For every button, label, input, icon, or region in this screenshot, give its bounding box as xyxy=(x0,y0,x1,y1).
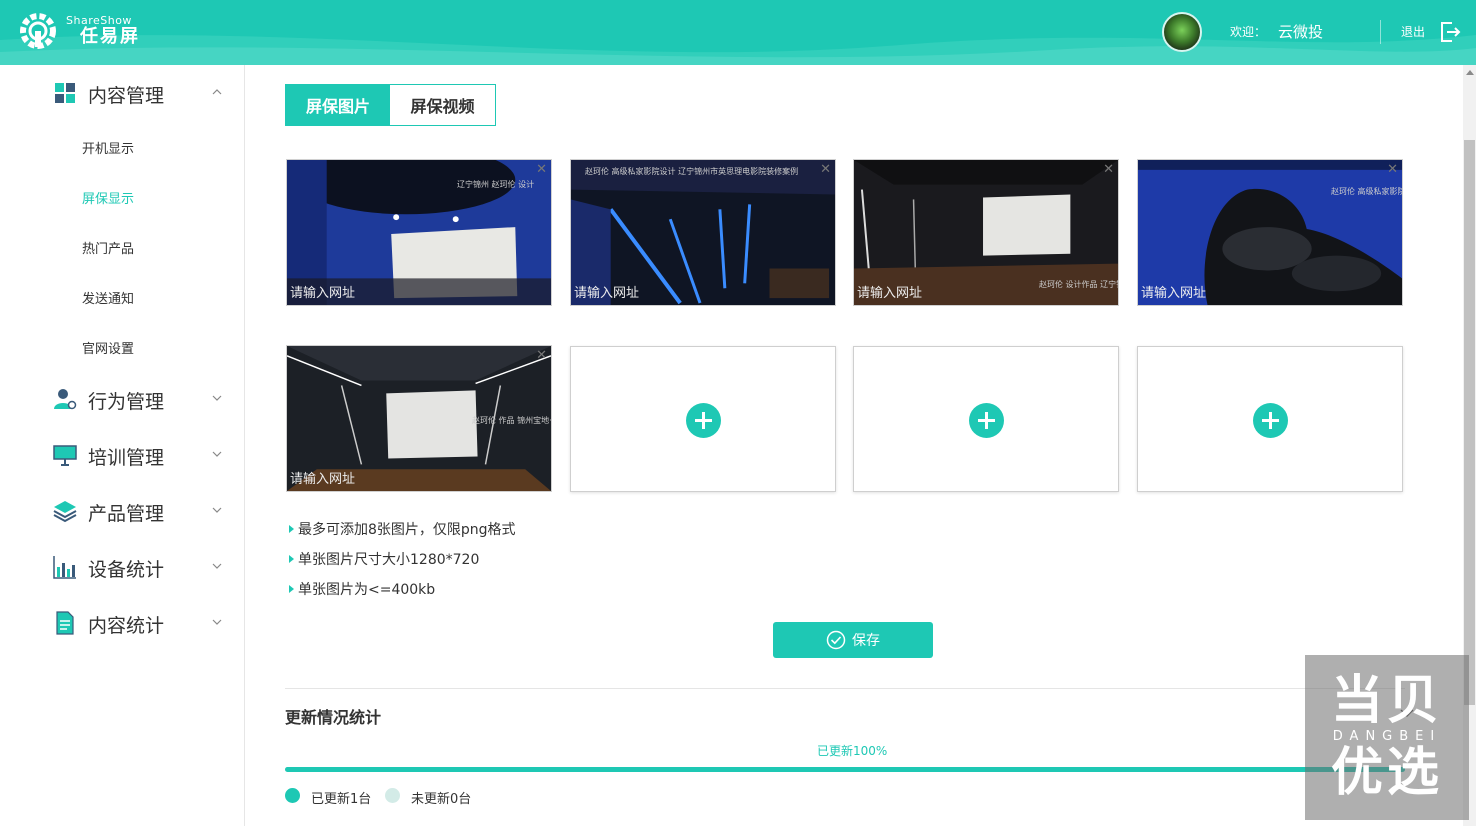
brand-name-cn: 任易屏 xyxy=(80,26,140,47)
image-url-input[interactable]: 请输入网址 xyxy=(574,282,639,301)
check-circle-icon xyxy=(826,630,846,650)
add-plus-icon[interactable] xyxy=(1253,403,1288,438)
close-icon[interactable]: ✕ xyxy=(1103,163,1114,176)
section-divider xyxy=(285,688,1405,689)
sidebar-group-label: 培训管理 xyxy=(88,447,165,469)
note-text: 最多可添加8张图片，仅限png格式 xyxy=(298,522,516,538)
sidebar-item-website-settings[interactable]: 官网设置 xyxy=(82,338,134,357)
save-button-label: 保存 xyxy=(852,633,880,649)
screensaver-tabs: 屏保图片 屏保视频 xyxy=(285,84,496,126)
welcome-label: 欢迎： xyxy=(1230,25,1267,39)
presentation-board-icon xyxy=(53,445,77,466)
add-image-slot[interactable] xyxy=(1137,346,1403,492)
sidebar-group-label: 设备统计 xyxy=(88,559,165,581)
brand-logo[interactable]: ShareShow 任易屏 xyxy=(18,11,140,51)
image-url-input[interactable]: 请输入网址 xyxy=(290,468,355,487)
brand-gear-icon xyxy=(20,13,56,49)
bar-stats-icon xyxy=(53,556,76,579)
image-caption: 赵珂伦 设计作品 辽宁锦州铭源小镇 xyxy=(1039,280,1118,289)
image-caption: 辽宁锦州 赵珂伦 设计 xyxy=(457,180,535,189)
user-gear-icon xyxy=(54,389,77,410)
chevron-down-icon xyxy=(212,395,222,401)
note-text: 单张图片尺寸大小1280*720 xyxy=(298,552,480,568)
legend-not-updated-label: 未更新0台 xyxy=(411,792,472,807)
scroll-up-arrow-icon[interactable] xyxy=(1466,70,1474,75)
image-url-input[interactable]: 请输入网址 xyxy=(290,282,355,301)
image-caption: 赵珂伦 作品 锦州宝地·宝地别墅 xyxy=(472,416,552,425)
tab-screensaver-images[interactable]: 屏保图片 xyxy=(286,85,390,125)
save-button[interactable]: 保存 xyxy=(773,622,933,658)
image-caption: 赵珂伦 高级私家影院设计 辽宁锦州市英思理电影院装修案例 xyxy=(585,167,799,176)
sidebar-group-label: 行为管理 xyxy=(88,391,165,413)
upload-note: 单张图片为<=400kb xyxy=(289,579,435,599)
update-progress-bar xyxy=(285,767,1405,772)
username-label: 云微投 xyxy=(1278,23,1324,41)
update-stats-title: 更新情况统计 xyxy=(285,708,382,727)
upload-note: 最多可添加8张图片，仅限png格式 xyxy=(289,519,516,539)
content-grid-icon xyxy=(55,83,75,103)
tab-screensaver-videos[interactable]: 屏保视频 xyxy=(390,85,495,125)
close-icon[interactable]: ✕ xyxy=(536,163,547,176)
add-image-slot[interactable] xyxy=(570,346,836,492)
header-divider xyxy=(1380,20,1381,44)
image-url-input[interactable]: 请输入网址 xyxy=(1141,282,1206,301)
bullet-triangle-icon xyxy=(289,555,294,563)
watermark-top-text: 当贝 xyxy=(1330,671,1443,731)
sidebar-group-label: 内容统计 xyxy=(88,615,165,637)
sidebar-group-product-management[interactable]: 产品管理 xyxy=(0,491,245,531)
add-image-slot[interactable] xyxy=(853,346,1119,492)
sidebar-group-label: 内容管理 xyxy=(88,85,165,107)
bullet-triangle-icon xyxy=(289,525,294,533)
screensaver-image-1[interactable]: 辽宁锦州 赵珂伦 设计 请输入网址 ✕ xyxy=(286,159,552,306)
logout-link[interactable]: 退出 xyxy=(1401,23,1425,40)
image-url-input[interactable]: 请输入网址 xyxy=(857,282,922,301)
dangbei-watermark: 当贝 DANGBEI 优选 xyxy=(1305,655,1469,820)
document-icon xyxy=(56,611,74,635)
watermark-bottom-text: 优选 xyxy=(1330,743,1443,803)
logout-icon[interactable] xyxy=(1438,20,1462,44)
close-icon[interactable]: ✕ xyxy=(820,163,831,176)
sidebar-item-send-notification[interactable]: 发送通知 xyxy=(82,288,134,307)
legend-not-updated-dot xyxy=(385,788,400,803)
add-plus-icon[interactable] xyxy=(969,403,1004,438)
screensaver-image-2[interactable]: 赵珂伦 高级私家影院设计 辽宁锦州市英思理电影院装修案例 请输入网址 ✕ xyxy=(570,159,836,306)
chevron-down-icon xyxy=(212,563,222,569)
chevron-down-icon xyxy=(212,507,222,513)
sidebar-group-label: 产品管理 xyxy=(88,503,165,525)
add-plus-icon[interactable] xyxy=(686,403,721,438)
sidebar-item-screensaver-display[interactable]: 屏保显示 xyxy=(82,188,134,207)
bullet-triangle-icon xyxy=(289,585,294,593)
chevron-down-icon xyxy=(212,619,222,625)
sidebar-group-behavior-management[interactable]: 行为管理 xyxy=(0,379,245,419)
close-icon[interactable]: ✕ xyxy=(1387,163,1398,176)
sidebar-group-training-management[interactable]: 培训管理 xyxy=(0,435,245,475)
chevron-up-icon xyxy=(212,89,222,95)
progress-text: 已更新100% xyxy=(817,744,888,758)
legend-updated-label: 已更新1台 xyxy=(311,792,372,807)
sidebar-item-boot-display[interactable]: 开机显示 xyxy=(82,138,134,157)
upload-note: 单张图片尺寸大小1280*720 xyxy=(289,549,479,569)
scrollbar-thumb[interactable] xyxy=(1464,140,1475,705)
sidebar-group-device-statistics[interactable]: 设备统计 xyxy=(0,547,245,587)
chevron-down-icon xyxy=(212,451,222,457)
user-avatar[interactable] xyxy=(1162,12,1202,52)
screensaver-image-5[interactable]: 赵珂伦 作品 锦州宝地·宝地别墅 请输入网址 ✕ xyxy=(286,345,552,492)
sidebar-item-hot-products[interactable]: 热门产品 xyxy=(82,238,134,257)
legend-updated-dot xyxy=(285,788,300,803)
note-text: 单张图片为<=400kb xyxy=(298,582,436,598)
close-icon[interactable]: ✕ xyxy=(536,349,547,362)
sidebar: 内容管理 开机显示 屏保显示 热门产品 发送通知 官网设置 行为管理 培训管理 … xyxy=(0,65,245,826)
update-progress-fill xyxy=(285,767,1405,772)
image-caption: 赵珂伦 高级私家影院设计 辽宁锦州铭源小镇别墅影院项目 xyxy=(1331,187,1402,196)
layers-icon xyxy=(53,501,77,523)
sidebar-group-content-statistics[interactable]: 内容统计 xyxy=(0,603,245,643)
screensaver-image-4[interactable]: 赵珂伦 高级私家影院设计 辽宁锦州铭源小镇别墅影院项目 请输入网址 ✕ xyxy=(1137,159,1403,306)
top-header: ShareShow 任易屏 欢迎： 云微投 退出 xyxy=(0,0,1476,65)
sidebar-group-content-management[interactable]: 内容管理 xyxy=(0,73,245,113)
screensaver-image-3[interactable]: 赵珂伦 设计作品 辽宁锦州铭源小镇 请输入网址 ✕ xyxy=(853,159,1119,306)
